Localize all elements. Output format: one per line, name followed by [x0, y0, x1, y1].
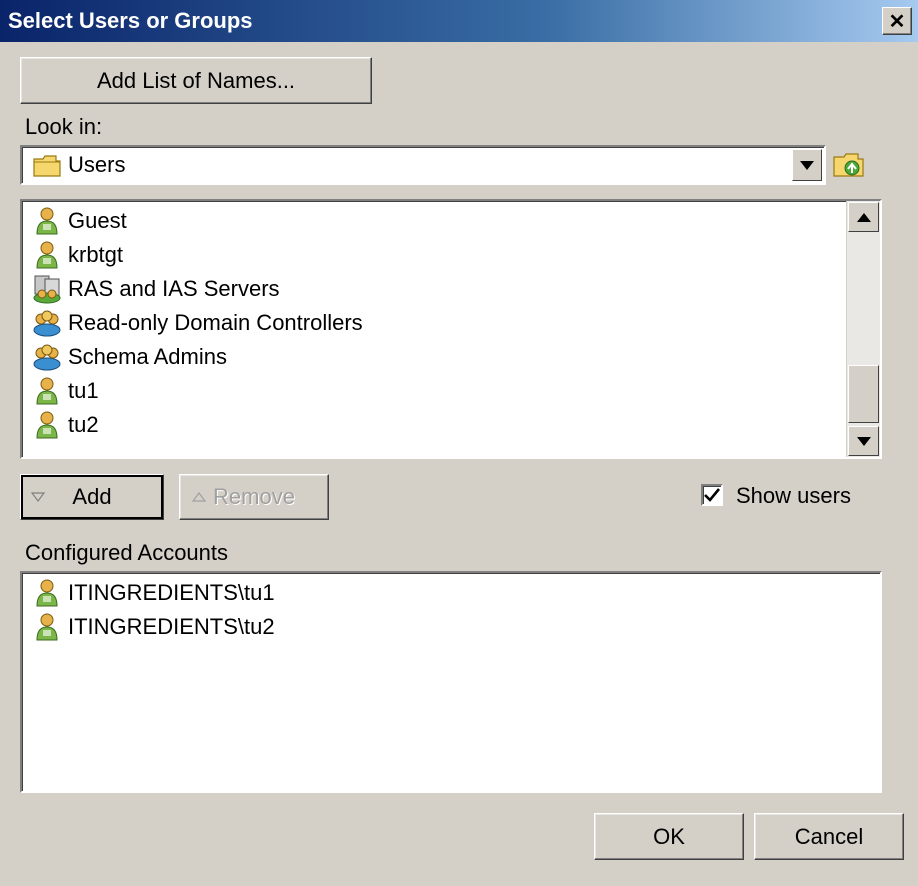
list-item[interactable]: Read-only Domain Controllers — [32, 306, 363, 340]
list-item-label: RAS and IAS Servers — [68, 276, 280, 301]
group-icon — [32, 342, 62, 372]
list-item[interactable]: tu1 — [32, 374, 99, 408]
arrow-down-icon — [856, 436, 871, 446]
remove-button[interactable]: Remove — [179, 474, 329, 520]
close-icon: ✕ — [888, 10, 906, 33]
list-item[interactable]: Guest — [32, 204, 127, 238]
user-icon — [32, 410, 62, 440]
list-item-label: Schema Admins — [68, 344, 227, 369]
scroll-up-button[interactable] — [848, 202, 879, 232]
show-users-label[interactable]: Show users — [736, 483, 851, 509]
list-item-label: Guest — [68, 208, 127, 233]
group-icon — [32, 308, 62, 338]
user-icon — [32, 612, 62, 642]
close-button[interactable]: ✕ — [882, 7, 912, 35]
arrow-up-icon — [856, 212, 871, 222]
list-item-label: krbtgt — [68, 242, 124, 267]
arrow-down-icon — [31, 492, 45, 502]
title-bar: Select Users or Groups ✕ — [0, 0, 918, 42]
look-in-value: Users — [68, 152, 126, 177]
user-icon — [32, 240, 62, 270]
combo-dropdown-button[interactable] — [792, 149, 822, 181]
user-icon — [32, 578, 62, 608]
look-in-label: Look in: — [25, 114, 103, 139]
checkmark-icon — [704, 488, 720, 502]
scroll-down-button[interactable] — [848, 426, 879, 456]
folder-icon — [32, 151, 62, 181]
add-button[interactable]: Add — [20, 474, 164, 520]
list-item-label: tu1 — [68, 378, 99, 403]
list-item-label: ITINGREDIENTS\tu2 — [68, 614, 275, 639]
vertical-scrollbar[interactable] — [846, 201, 880, 457]
add-button-label: Add — [72, 484, 112, 509]
chevron-down-icon — [800, 160, 814, 170]
list-item[interactable]: ITINGREDIENTS\tu1 — [32, 576, 275, 610]
list-item[interactable]: Schema Admins — [32, 340, 227, 374]
window-title: Select Users or Groups — [8, 8, 253, 33]
remove-button-label: Remove — [213, 484, 295, 509]
user-icon — [32, 206, 62, 236]
list-item-label: Read-only Domain Controllers — [68, 310, 363, 335]
folder-up-icon — [833, 153, 864, 177]
cancel-button-label: Cancel — [794, 823, 864, 849]
list-item[interactable]: RAS and IAS Servers — [32, 272, 280, 306]
list-item[interactable]: krbtgt — [32, 238, 123, 272]
add-list-of-names-button[interactable]: Add List of Names... — [20, 57, 372, 104]
list-item-label: tu2 — [68, 412, 99, 437]
show-users-checkbox[interactable] — [701, 484, 723, 506]
objects-list[interactable]: Guest krbtgt RAS and IAS Servers Read-on… — [20, 199, 882, 459]
arrow-up-icon — [192, 492, 206, 502]
user-icon — [32, 376, 62, 406]
list-item[interactable]: tu2 — [32, 408, 99, 442]
up-level-button[interactable] — [832, 148, 866, 182]
add-list-of-names-label: Add List of Names... — [96, 67, 296, 93]
server-group-icon — [32, 274, 62, 304]
list-item[interactable]: ITINGREDIENTS\tu2 — [32, 610, 275, 644]
look-in-combobox[interactable]: Users — [20, 145, 826, 185]
ok-button-label: OK — [653, 823, 685, 849]
scroll-thumb[interactable] — [848, 365, 879, 423]
cancel-button[interactable]: Cancel — [754, 813, 904, 860]
configured-accounts-label: Configured Accounts — [25, 540, 229, 565]
ok-button[interactable]: OK — [594, 813, 744, 860]
configured-accounts-list[interactable]: ITINGREDIENTS\tu1 ITINGREDIENTS\tu2 — [20, 571, 882, 793]
list-item-label: ITINGREDIENTS\tu1 — [68, 580, 275, 605]
